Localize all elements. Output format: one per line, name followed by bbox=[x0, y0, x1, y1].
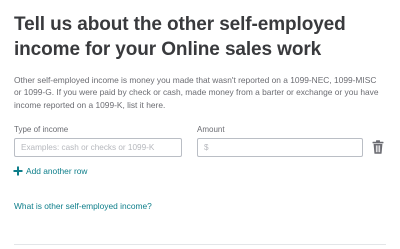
amount-label: Amount bbox=[197, 125, 225, 134]
add-another-row-button[interactable]: Add another row bbox=[13, 166, 87, 176]
page-title: Tell us about the other self-employed in… bbox=[14, 14, 346, 60]
income-form-page: Tell us about the other self-employed in… bbox=[0, 0, 400, 249]
amount-input[interactable] bbox=[197, 138, 363, 157]
trash-icon bbox=[372, 140, 384, 154]
bottom-divider bbox=[14, 244, 386, 245]
page-description: Other self-employed income is money you … bbox=[14, 75, 379, 110]
type-of-income-input[interactable] bbox=[14, 138, 182, 157]
add-another-row-label: Add another row bbox=[26, 166, 88, 176]
self-employed-income-help-link[interactable]: What is other self-employed income? bbox=[14, 201, 152, 211]
delete-row-button[interactable] bbox=[372, 140, 384, 154]
type-of-income-label: Type of income bbox=[14, 125, 69, 134]
plus-icon bbox=[13, 166, 23, 176]
